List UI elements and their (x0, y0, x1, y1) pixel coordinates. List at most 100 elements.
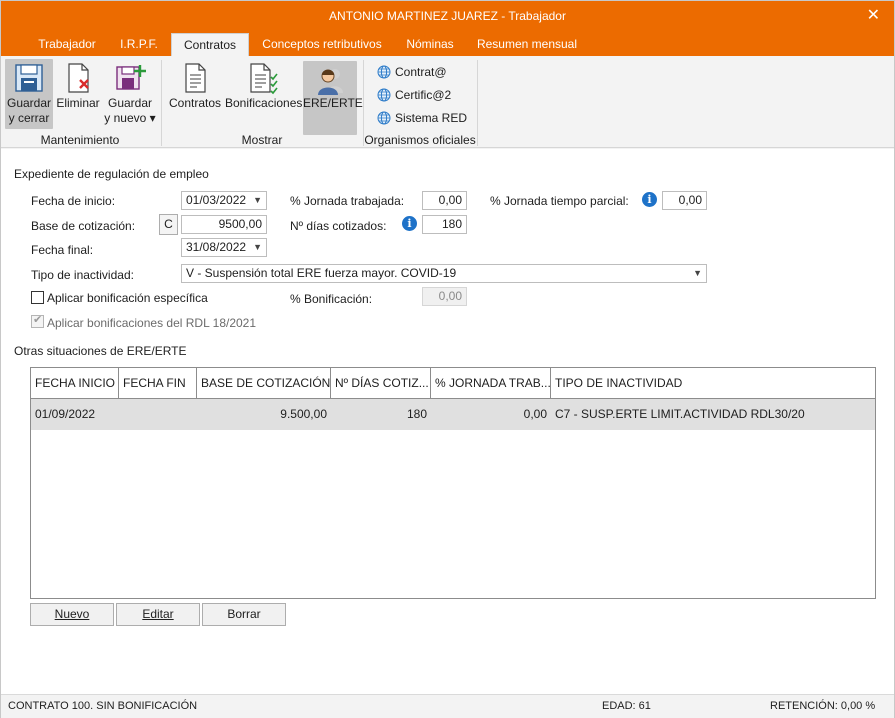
table-cell: C7 - SUSP.ERTE LIMIT.ACTIVIDAD RDL30/20 (555, 407, 805, 421)
ribbon-separator (477, 60, 478, 146)
save-close-button[interactable]: Guardar y cerrar (5, 59, 53, 129)
ere-erte-button[interactable]: ERE/ERTE (303, 61, 363, 135)
tab-contratos[interactable]: Contratos (171, 33, 249, 56)
sistema-red-label: Sistema RED (395, 111, 468, 125)
porc-bonificacion-label: % Bonificación: (290, 292, 373, 306)
globe-icon (377, 88, 391, 102)
certific-link[interactable]: Certific@2 (377, 86, 451, 104)
status-contrato: CONTRATO 100. SIN BONIFICACIÓN (8, 700, 198, 712)
fecha-final-label: Fecha final: (31, 243, 94, 257)
contratos-button[interactable]: Contratos (167, 59, 223, 129)
fecha-final-value: 31/08/2022 (186, 240, 247, 254)
table-cell: 180 (406, 407, 427, 421)
ribbon: Guardar y cerrar Eliminar Guardar y nuev… (1, 56, 894, 148)
group-organismos: Organismos oficiales (364, 133, 476, 147)
table-cell: 0,00 (523, 407, 547, 421)
aplicar-rdl-label: Aplicar bonificaciones del RDL 18/2021 (47, 316, 257, 330)
save-close-label-line1: Guardar (6, 96, 52, 110)
dropdown-arrow-icon[interactable]: ▼ (693, 265, 702, 282)
delete-button[interactable]: Eliminar (55, 59, 101, 129)
table-cell: 9.500,00 (280, 407, 327, 421)
contracts-icon (185, 63, 206, 93)
fecha-inicio-label: Fecha de inicio: (31, 194, 116, 208)
save-close-label: Guardar y cerrar (5, 96, 53, 126)
column-header[interactable]: FECHA INICIO (31, 368, 119, 398)
status-retencion: RETENCIÓN: 0,00 % (770, 700, 876, 712)
table-row[interactable]: 01/09/2022 9.500,00 180 0,00 C7 - SUSP.E… (31, 399, 875, 430)
info-icon[interactable]: i (642, 192, 657, 207)
aplicar-rdl-checkbox: ✔ (31, 314, 44, 328)
aplicar-bonificacion-label: Aplicar bonificación específica (47, 291, 208, 305)
column-header[interactable]: Nº DÍAS COTIZ... (331, 368, 431, 398)
column-header[interactable]: BASE DE COTIZACIÓN (197, 368, 331, 398)
contrat-label: Contrat@ (395, 65, 447, 79)
dropdown-arrow-icon[interactable]: ▼ (253, 239, 262, 256)
column-header[interactable]: TIPO DE INACTIVIDAD (551, 368, 875, 398)
jornada-parcial-field[interactable]: 0,00 (662, 191, 707, 210)
editar-label: Editar (142, 607, 174, 621)
nuevo-button[interactable]: Nuevo (30, 603, 114, 626)
content-area: Expediente de regulación de empleo Fecha… (1, 149, 894, 694)
jornada-trabajada-label: % Jornada trabajada: (290, 194, 405, 208)
delete-document-icon (68, 63, 89, 93)
save-new-button[interactable]: Guardar y nuevo ▾ (103, 59, 157, 129)
ere-erte-table: FECHA INICIO FECHA FIN BASE DE COTIZACIÓ… (30, 367, 876, 599)
borrar-button[interactable]: Borrar (202, 603, 286, 626)
tab-conceptos-retributivos[interactable]: Conceptos retributivos (253, 33, 391, 56)
table-cell (119, 399, 197, 430)
tab-resumen-mensual[interactable]: Resumen mensual (471, 33, 583, 56)
info-icon[interactable]: i (402, 216, 417, 231)
nuevo-label: Nuevo (54, 607, 90, 621)
tipo-inactividad-value: V - Suspensión total ERE fuerza mayor. C… (186, 266, 457, 280)
ere-erte-icon (318, 69, 343, 95)
editar-button[interactable]: Editar (116, 603, 200, 626)
save-new-label-line2: y nuevo ▾ (104, 111, 156, 125)
bonificaciones-label: Bonificaciones (225, 96, 303, 110)
window: ANTONIO MARTINEZ JUAREZ - Trabajador ✕ T… (0, 0, 895, 718)
tipo-inactividad-select[interactable]: V - Suspensión total ERE fuerza mayor. C… (181, 264, 707, 283)
certific-label: Certific@2 (395, 88, 452, 102)
ribbon-separator (161, 60, 162, 146)
section-title-otras: Otras situaciones de ERE/ERTE (14, 344, 187, 358)
tab-trabajador[interactable]: Trabajador (27, 33, 107, 56)
contratos-label: Contratos (168, 96, 222, 110)
sistema-red-link[interactable]: Sistema RED (377, 109, 467, 127)
table-header: FECHA INICIO FECHA FIN BASE DE COTIZACIÓ… (31, 368, 875, 399)
fecha-inicio-value: 01/03/2022 (186, 193, 247, 207)
tab-irpf[interactable]: I.R.P.F. (111, 33, 167, 56)
bonus-checklist-icon (250, 63, 278, 95)
base-cotizacion-field[interactable]: 9500,00 (181, 215, 267, 234)
delete-label: Eliminar (56, 96, 100, 110)
save-new-label: Guardar y nuevo ▾ (103, 96, 157, 126)
group-mostrar: Mostrar (241, 133, 283, 147)
checkmark-icon: ✔ (33, 314, 43, 326)
bonificaciones-button[interactable]: Bonificaciones (225, 59, 303, 129)
fecha-inicio-field[interactable]: 01/03/2022 ▼ (181, 191, 267, 210)
close-icon[interactable]: ✕ (867, 5, 880, 25)
tipo-inactividad-label: Tipo de inactividad: (31, 268, 134, 282)
globe-icon (377, 65, 391, 79)
status-bar: CONTRATO 100. SIN BONIFICACIÓN EDAD: 61 … (1, 694, 894, 718)
dropdown-arrow-icon[interactable]: ▼ (253, 192, 262, 209)
porc-bonificacion-field: 0,00 (422, 287, 467, 306)
column-header[interactable]: % JORNADA TRAB... (431, 368, 551, 398)
jornada-trabajada-field[interactable]: 0,00 (422, 191, 467, 210)
contrat-link[interactable]: Contrat@ (377, 63, 447, 81)
save-new-icon (116, 65, 146, 90)
aplicar-bonificacion-checkbox[interactable] (31, 291, 44, 304)
section-title-expediente: Expediente de regulación de empleo (14, 167, 209, 181)
base-cotizacion-c-button[interactable]: C (159, 214, 178, 235)
fecha-final-field[interactable]: 31/08/2022 ▼ (181, 238, 267, 257)
tab-bar: Trabajador I.R.P.F. Contratos Conceptos … (1, 33, 894, 56)
save-close-label-line2: y cerrar (8, 111, 50, 125)
dias-cotizados-field[interactable]: 180 (422, 215, 467, 234)
column-header[interactable]: FECHA FIN (119, 368, 197, 398)
group-mantenimiento: Mantenimiento (40, 133, 120, 147)
tab-nominas[interactable]: Nóminas (397, 33, 463, 56)
base-cotizacion-label: Base de cotización: (31, 219, 136, 233)
borrar-label: Borrar (227, 607, 261, 621)
window-title: ANTONIO MARTINEZ JUAREZ - Trabajador (329, 9, 566, 23)
save-new-label-line1: Guardar (107, 96, 153, 110)
save-close-icon (15, 64, 43, 92)
table-cell: 01/09/2022 (35, 407, 96, 421)
